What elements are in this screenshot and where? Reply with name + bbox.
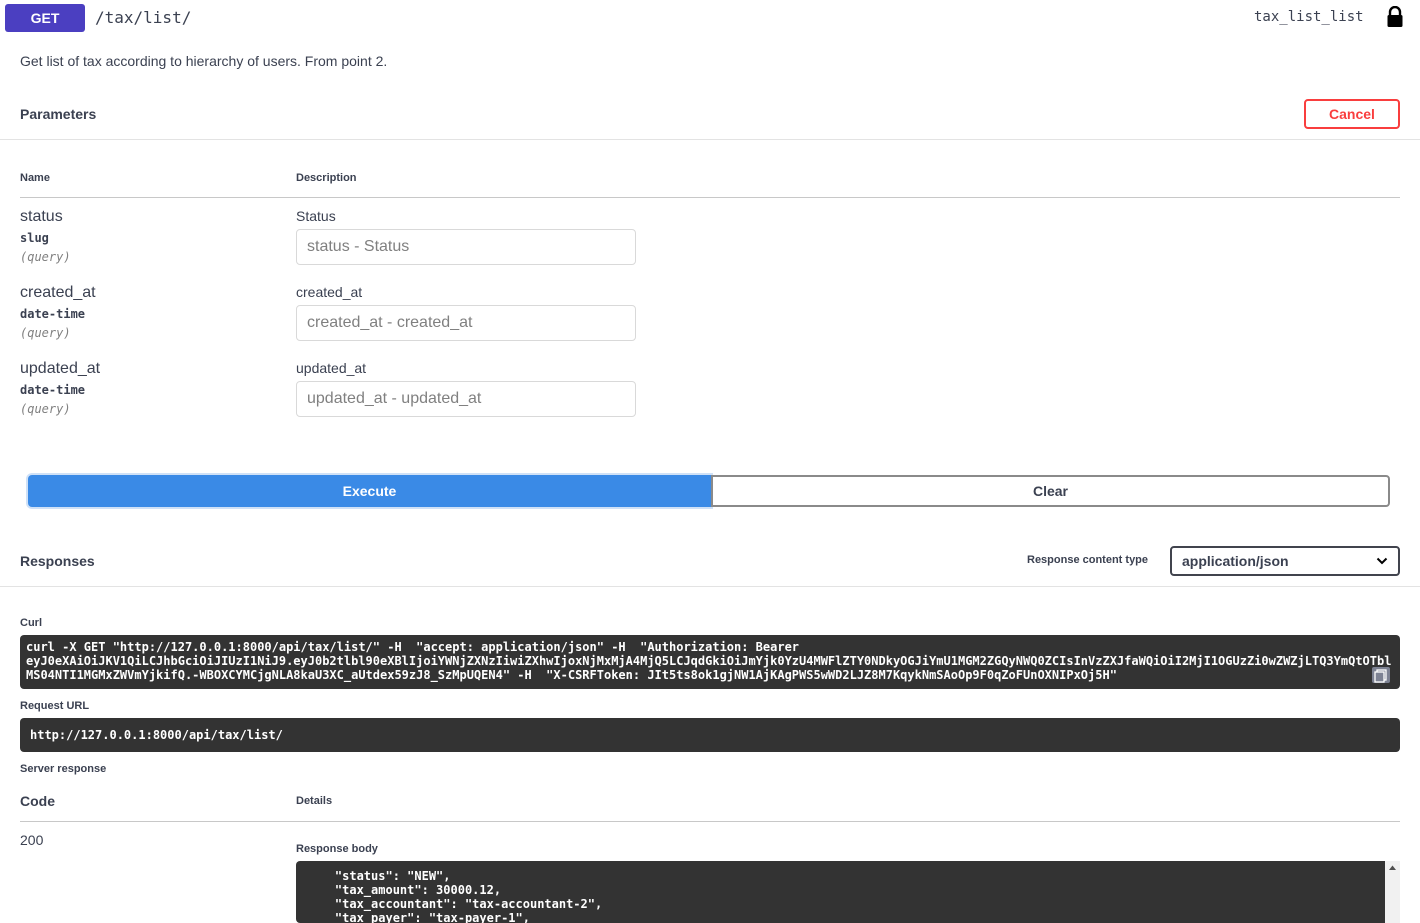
- param-type: slug: [20, 231, 49, 245]
- scroll-up-arrow-icon[interactable]: [1385, 861, 1400, 875]
- request-url-value: http://127.0.0.1:8000/api/tax/list/: [30, 728, 283, 742]
- request-url-label: Request URL: [20, 700, 90, 712]
- created-at-input[interactable]: created_at - created_at: [296, 305, 636, 341]
- code-column-header: Code: [20, 793, 55, 809]
- responses-title: Responses: [20, 553, 95, 569]
- response-body-line: "status": "NEW",: [306, 869, 451, 883]
- request-url-block[interactable]: http://127.0.0.1:8000/api/tax/list/: [20, 718, 1400, 752]
- table-divider: [20, 821, 1400, 822]
- param-description-status: Status: [296, 208, 336, 224]
- response-body-line: "tax_amount": 30000.12,: [306, 883, 502, 897]
- parameters-title: Parameters: [20, 106, 97, 122]
- response-content-type-label: Response content type: [1027, 554, 1149, 566]
- response-body-scrollbar[interactable]: [1385, 861, 1400, 923]
- response-body-block[interactable]: "status": "NEW", "tax_amount": 30000.12,…: [296, 861, 1400, 923]
- param-type: date-time: [20, 383, 86, 397]
- param-name-created-at: created_at: [20, 284, 96, 301]
- clear-button[interactable]: Clear: [711, 475, 1390, 507]
- curl-label: Curl: [20, 617, 42, 629]
- execute-button-group: Execute Clear: [28, 475, 1390, 507]
- response-body-line: "tax_accountant": "tax-accountant-2",: [306, 897, 603, 911]
- details-column-header: Details: [296, 795, 333, 807]
- execute-button[interactable]: Execute: [28, 475, 711, 507]
- curl-line: curl -X GET "http://127.0.0.1:8000/api/t…: [26, 640, 800, 654]
- curl-line: eyJ0eXAiOiJKV1QiLCJhbGciOiJIUzI1NiJ9.eyJ…: [26, 654, 1392, 668]
- column-header-name: Name: [20, 172, 50, 184]
- column-header-description: Description: [296, 172, 357, 184]
- updated-at-input[interactable]: updated_at - updated_at: [296, 381, 636, 417]
- param-location: (query): [20, 326, 71, 340]
- operation-id: tax_list_list: [1254, 9, 1364, 25]
- copy-icon[interactable]: [1372, 667, 1390, 683]
- param-location: (query): [20, 250, 71, 264]
- status-input[interactable]: status - Status: [296, 229, 636, 265]
- section-divider: [0, 139, 1420, 140]
- response-status-code: 200: [20, 832, 44, 848]
- response-content-type-value: application/json: [1182, 553, 1289, 569]
- param-description-updated-at: updated_at: [296, 360, 367, 376]
- curl-line: MS04NTI1MGMxZWVmYjkifQ.-WBOXCYMCjgNLA8ka…: [26, 668, 1117, 682]
- lock-icon[interactable]: [1386, 6, 1404, 28]
- param-location: (query): [20, 402, 71, 416]
- server-response-label: Server response: [20, 763, 107, 775]
- param-name-updated-at: updated_at: [20, 360, 101, 377]
- response-body-label: Response body: [296, 843, 378, 855]
- section-divider: [0, 586, 1420, 587]
- endpoint-path[interactable]: /tax/list/: [95, 8, 191, 27]
- operation-summary: Get list of tax according to hierarchy o…: [20, 53, 388, 69]
- param-type: date-time: [20, 307, 86, 321]
- param-name-status: status: [20, 208, 63, 225]
- chevron-down-icon: [1376, 557, 1388, 565]
- table-divider: [20, 197, 1400, 198]
- http-method-badge: GET: [5, 4, 85, 32]
- param-description-created-at: created_at: [296, 284, 363, 300]
- cancel-button[interactable]: Cancel: [1304, 99, 1400, 129]
- response-body-line: "tax_payer": "tax-payer-1",: [306, 911, 530, 923]
- curl-command-block[interactable]: curl -X GET "http://127.0.0.1:8000/api/t…: [20, 635, 1400, 689]
- response-content-type-select[interactable]: application/json: [1170, 546, 1400, 576]
